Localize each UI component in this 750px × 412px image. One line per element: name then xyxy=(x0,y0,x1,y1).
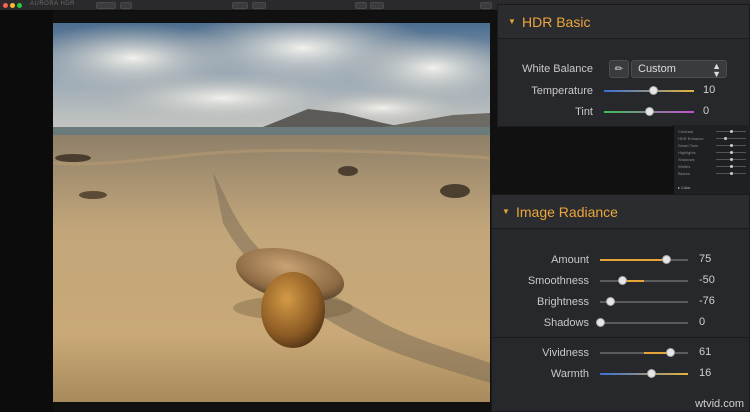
mini-whites-label: Whites xyxy=(678,164,691,169)
brightness-slider-knob[interactable] xyxy=(606,297,616,306)
tint-value: 0 xyxy=(703,105,710,117)
shadows-slider[interactable] xyxy=(600,322,688,324)
temperature-row: Temperature 10 xyxy=(498,81,749,101)
warmth-slider-knob[interactable] xyxy=(646,369,656,378)
amount-row: Amount 75 xyxy=(492,250,749,270)
mini-hdr-enhance-slider[interactable] xyxy=(716,138,746,139)
white-balance-select[interactable]: Custom ▲ ▼ xyxy=(631,60,727,79)
warmth-value: 16 xyxy=(699,367,712,379)
white-balance-value: Custom xyxy=(638,63,676,75)
smoothness-label: Smoothness xyxy=(527,275,589,287)
mini-highlights-knob[interactable] xyxy=(729,151,733,154)
mini-contrast-row: Contrast xyxy=(678,129,748,134)
mini-smart-tone-knob[interactable] xyxy=(729,144,733,147)
window-title: AURORA HDR xyxy=(30,1,76,7)
mini-shadows-knob[interactable] xyxy=(729,158,733,161)
smoothness-slider-knob[interactable] xyxy=(617,276,627,285)
mini-blacks-knob[interactable] xyxy=(729,172,733,175)
mini-contrast-knob[interactable] xyxy=(729,130,733,133)
vividness-value: 61 xyxy=(699,346,712,358)
toolbar-view-button[interactable] xyxy=(252,2,266,9)
image-radiance-header[interactable]: ▼ Image Radiance xyxy=(492,195,749,229)
mini-whites-knob[interactable] xyxy=(729,165,733,168)
left-strip xyxy=(0,11,53,412)
mini-shadows-label: Shadows xyxy=(678,157,695,162)
mini-smart-tone-label: Smart Tone xyxy=(678,143,699,148)
shadows-value: 0 xyxy=(699,316,706,328)
mini-contrast-label: Contrast xyxy=(678,129,694,134)
mini-blacks-label: Blacks xyxy=(678,171,690,176)
mini-hdr-enhance-knob[interactable] xyxy=(723,137,727,140)
watermark-text: wtvid.com xyxy=(695,398,744,410)
mini-blacks-row: Blacks xyxy=(678,171,748,176)
amount-label: Amount xyxy=(551,254,589,266)
mini-highlights-label: Highlights xyxy=(678,150,696,155)
mini-hdr-enhance-label: HDR Enhance xyxy=(678,136,704,141)
mini-shadows-row: Shadows xyxy=(678,157,748,162)
toolbar-compare-button[interactable] xyxy=(232,2,248,9)
temperature-slider-knob[interactable] xyxy=(649,86,658,95)
amount-slider-fill xyxy=(600,259,666,261)
image-radiance-title: Image Radiance xyxy=(516,203,618,220)
mini-smart-tone-row: Smart Tone xyxy=(678,143,748,148)
warmth-row: Warmth 16 xyxy=(492,364,749,384)
white-balance-label: White Balance xyxy=(522,63,593,75)
close-window-button[interactable] xyxy=(3,3,8,8)
smoothness-slider[interactable] xyxy=(600,280,688,282)
toolbar-share-button[interactable] xyxy=(480,2,492,9)
amount-slider-knob[interactable] xyxy=(661,255,671,264)
temperature-label: Temperature xyxy=(531,85,593,97)
shadows-label: Shadows xyxy=(543,317,589,329)
toolbar-history-button[interactable] xyxy=(370,2,384,9)
temperature-value: 10 xyxy=(703,84,716,96)
mini-whites-row: Whites xyxy=(678,164,748,169)
minimize-window-button[interactable] xyxy=(10,3,15,8)
chevron-updown-icon: ▲ ▼ xyxy=(712,61,721,79)
eyedropper-icon[interactable]: ✏ xyxy=(609,60,629,78)
tint-slider-knob[interactable] xyxy=(644,107,654,116)
collapse-arrow-icon: ▼ xyxy=(508,17,516,26)
image-radiance-panel: ▼ Image Radiance Amount 75 Smoothness -50 Br… xyxy=(491,194,750,412)
toolbar-zoom-button[interactable] xyxy=(96,2,116,9)
warmth-label: Warmth xyxy=(550,368,589,380)
hdr-basic-panel: ▼ HDR Basic White Balance ✏ Custom ▲ ▼ Te… xyxy=(497,4,750,127)
shadows-slider-knob[interactable] xyxy=(595,318,605,327)
hdr-basic-header[interactable]: ▼ HDR Basic xyxy=(498,5,749,39)
vividness-label: Vividness xyxy=(542,347,589,359)
smoothness-row: Smoothness -50 xyxy=(492,271,749,291)
warmth-slider[interactable] xyxy=(600,373,688,375)
zoom-window-button[interactable] xyxy=(17,3,22,8)
mini-color-section[interactable]: ▸ Color xyxy=(678,185,691,190)
tint-row: Tint 0 xyxy=(498,102,749,122)
shadows-row: Shadows 0 xyxy=(492,313,749,333)
mini-highlights-row: Highlights xyxy=(678,150,748,155)
brightness-value: -76 xyxy=(699,295,715,307)
smoothness-value: -50 xyxy=(699,274,715,286)
photo-preview[interactable] xyxy=(53,23,490,402)
brightness-row: Brightness -76 xyxy=(492,292,749,312)
brightness-label: Brightness xyxy=(537,296,589,308)
toolbar-undo-button[interactable] xyxy=(355,2,367,9)
section-divider xyxy=(492,337,750,338)
vividness-slider-knob[interactable] xyxy=(665,348,675,357)
collapsed-adjustments-panel: Contrast HDR Enhance Smart Tone Highlights S… xyxy=(673,125,750,195)
mini-hdr-enhance-row: HDR Enhance xyxy=(678,136,748,141)
amount-value: 75 xyxy=(699,253,712,265)
vividness-row: Vividness 61 xyxy=(492,343,749,363)
beach-photo-image xyxy=(53,23,490,402)
tint-label: Tint xyxy=(575,106,593,118)
toolbar-button[interactable] xyxy=(120,2,132,9)
hdr-basic-title: HDR Basic xyxy=(522,13,591,30)
collapse-arrow-icon: ▼ xyxy=(502,207,510,216)
